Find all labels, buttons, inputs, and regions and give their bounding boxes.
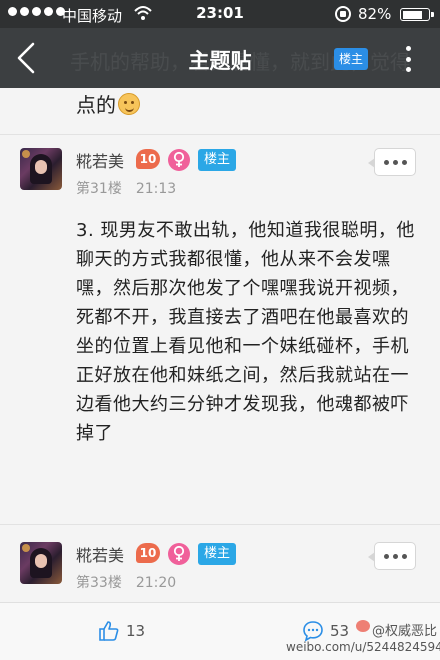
female-icon xyxy=(168,543,190,565)
owner-badge: 楼主 xyxy=(198,543,236,565)
avatar[interactable] xyxy=(20,542,62,584)
like-count[interactable]: 13 xyxy=(126,622,145,640)
status-bar: 中国移动 23:01 82% xyxy=(0,0,440,28)
more-options-icon[interactable] xyxy=(398,43,418,75)
post-body: 3. 现男友不敢出轨，他知道我很聪明，他聊天的方式我都很懂，他从来不会发嘿嘿，然… xyxy=(76,220,415,444)
page-title: 主题贴 xyxy=(188,49,252,73)
avatar[interactable] xyxy=(20,148,62,190)
weibo-logo-icon xyxy=(356,620,370,632)
thumbs-up-icon[interactable] xyxy=(98,620,120,642)
post-floor-33: 糀若美 10 楼主 第33楼 21:20 xyxy=(0,524,440,604)
post-time: 21:20 xyxy=(135,575,177,591)
comment-icon[interactable] xyxy=(302,620,324,642)
post-more-button[interactable] xyxy=(368,542,416,570)
watermark-name: @权威恶比 xyxy=(372,624,438,639)
previous-post-tail: 点的 xyxy=(76,89,140,118)
thread-content: 点的 糀若美 10 楼主 第31楼 21:13 3. 现男友不敢出轨，他知道我很聪… xyxy=(0,88,440,660)
post-floor-31: 糀若美 10 楼主 第31楼 21:13 3. 现男友不敢出轨，他知道我很聪明，他… xyxy=(0,134,440,584)
embarrassed-emoji-icon xyxy=(118,92,140,115)
female-icon xyxy=(168,149,190,171)
floor-number: 第31楼 xyxy=(76,181,122,197)
previous-post-text: 点的 xyxy=(76,93,116,117)
floor-number: 第33楼 xyxy=(76,575,122,591)
post-meta: 第33楼 21:20 xyxy=(76,572,176,592)
battery-percentage: 82% xyxy=(358,5,392,23)
comment-count[interactable]: 53 xyxy=(330,622,349,640)
only-owner-button[interactable]: 楼主 xyxy=(334,48,368,70)
nav-bar: 手机的帮助，看完看懂，就到此，觉得 主题贴 楼主 xyxy=(0,28,440,88)
post-meta: 第31楼 21:13 xyxy=(76,178,176,198)
level-badge: 10 xyxy=(136,149,160,169)
post-time: 21:13 xyxy=(135,181,177,197)
username[interactable]: 糀若美 xyxy=(76,148,124,172)
watermark-url: weibo.com/u/5244824594 xyxy=(286,640,440,654)
owner-badge: 楼主 xyxy=(198,149,236,171)
username[interactable]: 糀若美 xyxy=(76,542,124,566)
post-more-button[interactable] xyxy=(368,148,416,176)
battery-icon xyxy=(400,8,434,21)
rotation-lock-icon xyxy=(335,6,351,22)
level-badge: 10 xyxy=(136,543,160,563)
